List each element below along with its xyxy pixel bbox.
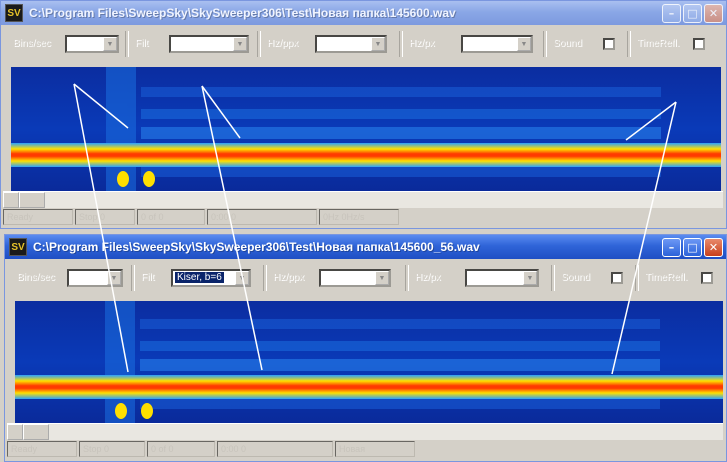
carrier-line	[15, 375, 723, 399]
hz-px-combo[interactable]: ▼	[461, 35, 533, 53]
minimize-icon[interactable]: –	[662, 237, 681, 257]
maximize-icon[interactable]: □	[683, 3, 702, 23]
hz-px-combo[interactable]: ▼	[465, 269, 539, 287]
signal-blob	[117, 171, 129, 187]
scroll-thumb[interactable]	[23, 424, 49, 440]
sound-checkbox[interactable]	[611, 272, 623, 284]
label-time-refl: TimeRefl.	[637, 38, 680, 49]
hz-ppx-combo[interactable]: ▼	[315, 35, 387, 53]
spectrogram-image	[15, 301, 723, 423]
chevron-down-icon[interactable]: ▼	[107, 271, 121, 285]
spectrogram[interactable]	[11, 67, 721, 191]
status-bar: Ready Stop 0 0 of 0 0:00 0 Новая	[7, 441, 723, 459]
label-hz-ppx: Hz/ppx	[267, 38, 299, 49]
maximize-icon[interactable]: □	[683, 237, 702, 257]
status-panel: Stop 0	[79, 441, 145, 457]
divider	[131, 265, 135, 291]
label-bins-sec: Bins/sec	[13, 38, 51, 49]
label-hz-px: Hz/px	[415, 272, 441, 283]
horizontal-scrollbar[interactable]	[7, 423, 723, 440]
close-icon[interactable]: ✕	[704, 3, 723, 23]
status-panel: 0:00 0	[207, 209, 317, 225]
title-bar[interactable]: SV C:\Program Files\SweepSky\SkySweeper3…	[1, 1, 726, 25]
scroll-thumb[interactable]	[19, 192, 45, 208]
label-time-refl: TimeRefl.	[645, 272, 688, 283]
divider	[635, 265, 639, 291]
time-refl-checkbox[interactable]	[693, 38, 705, 50]
chevron-down-icon[interactable]: ▼	[375, 271, 389, 285]
close-icon[interactable]: ✕	[704, 237, 723, 257]
divider	[551, 265, 555, 291]
label-sound: Sound	[561, 272, 590, 283]
label-filt: Filt	[141, 272, 155, 283]
divider	[627, 31, 631, 57]
bins-sec-combo[interactable]: ▼	[65, 35, 119, 53]
status-panel: Stop 0	[75, 209, 135, 225]
status-panel: Ready	[7, 441, 77, 457]
sv-app-icon[interactable]: SV	[5, 4, 23, 22]
time-refl-checkbox[interactable]	[701, 272, 713, 284]
bins-sec-combo[interactable]: ▼	[67, 269, 123, 287]
minimize-icon[interactable]: –	[662, 3, 681, 23]
divider	[125, 31, 129, 57]
divider	[257, 31, 261, 57]
spectrogram[interactable]	[15, 301, 723, 423]
status-bar: Ready Stop 0 0 of 0 0:00 0 0Hz 0Hz/s	[3, 209, 723, 227]
scroll-left-button[interactable]	[7, 424, 23, 440]
status-panel: 0Hz 0Hz/s	[319, 209, 399, 225]
toolbar: Bins/sec ▼ Filt ▼ Hz/ppx ▼ Hz/px ▼ Sound…	[3, 27, 724, 63]
filter-value: Kiser, b=6	[175, 272, 224, 283]
chevron-down-icon[interactable]: ▼	[517, 37, 531, 51]
horizontal-scrollbar[interactable]	[3, 191, 723, 208]
sv-app-icon[interactable]: SV	[9, 238, 27, 256]
signal-blob	[141, 403, 153, 419]
filter-combo[interactable]: ▼	[169, 35, 249, 53]
label-sound: Sound	[553, 38, 582, 49]
signal-blob	[143, 171, 155, 187]
noise-band	[105, 301, 660, 423]
status-panel: 0:00 0	[217, 441, 333, 457]
chevron-down-icon[interactable]: ▼	[523, 271, 537, 285]
spectrum-window-2[interactable]: SV C:\Program Files\SweepSky\SkySweeper3…	[4, 234, 727, 462]
chevron-down-icon[interactable]: ▼	[233, 37, 247, 51]
carrier-line	[11, 143, 721, 167]
title-bar[interactable]: SV C:\Program Files\SweepSky\SkySweeper3…	[5, 235, 726, 259]
spectrogram-image	[11, 67, 721, 191]
chevron-down-icon[interactable]: ▼	[371, 37, 385, 51]
divider	[543, 31, 547, 57]
divider	[405, 265, 409, 291]
scroll-left-button[interactable]	[3, 192, 19, 208]
label-filt: Filt	[135, 38, 149, 49]
toolbar: Bins/sec ▼ Filt Kiser, b=6 ▼ Hz/ppx ▼ Hz…	[7, 261, 724, 297]
hz-ppx-combo[interactable]: ▼	[319, 269, 391, 287]
spectrum-window-1[interactable]: SV C:\Program Files\SweepSky\SkySweeper3…	[0, 0, 727, 229]
status-panel: 0 of 0	[147, 441, 215, 457]
window-title: C:\Program Files\SweepSky\SkySweeper306\…	[29, 6, 456, 20]
divider	[399, 31, 403, 57]
filter-combo[interactable]: Kiser, b=6 ▼	[171, 269, 251, 287]
signal-blob	[115, 403, 127, 419]
sound-checkbox[interactable]	[603, 38, 615, 50]
status-panel: Ready	[3, 209, 73, 225]
status-panel: Новая	[335, 441, 415, 457]
divider	[263, 265, 267, 291]
label-hz-ppx: Hz/ppx	[273, 272, 305, 283]
window-title: C:\Program Files\SweepSky\SkySweeper306\…	[33, 240, 480, 254]
chevron-down-icon[interactable]: ▼	[235, 271, 249, 285]
chevron-down-icon[interactable]: ▼	[103, 37, 117, 51]
label-bins-sec: Bins/sec	[17, 272, 55, 283]
status-panel: 0 of 0	[137, 209, 205, 225]
label-hz-px: Hz/px	[409, 38, 435, 49]
